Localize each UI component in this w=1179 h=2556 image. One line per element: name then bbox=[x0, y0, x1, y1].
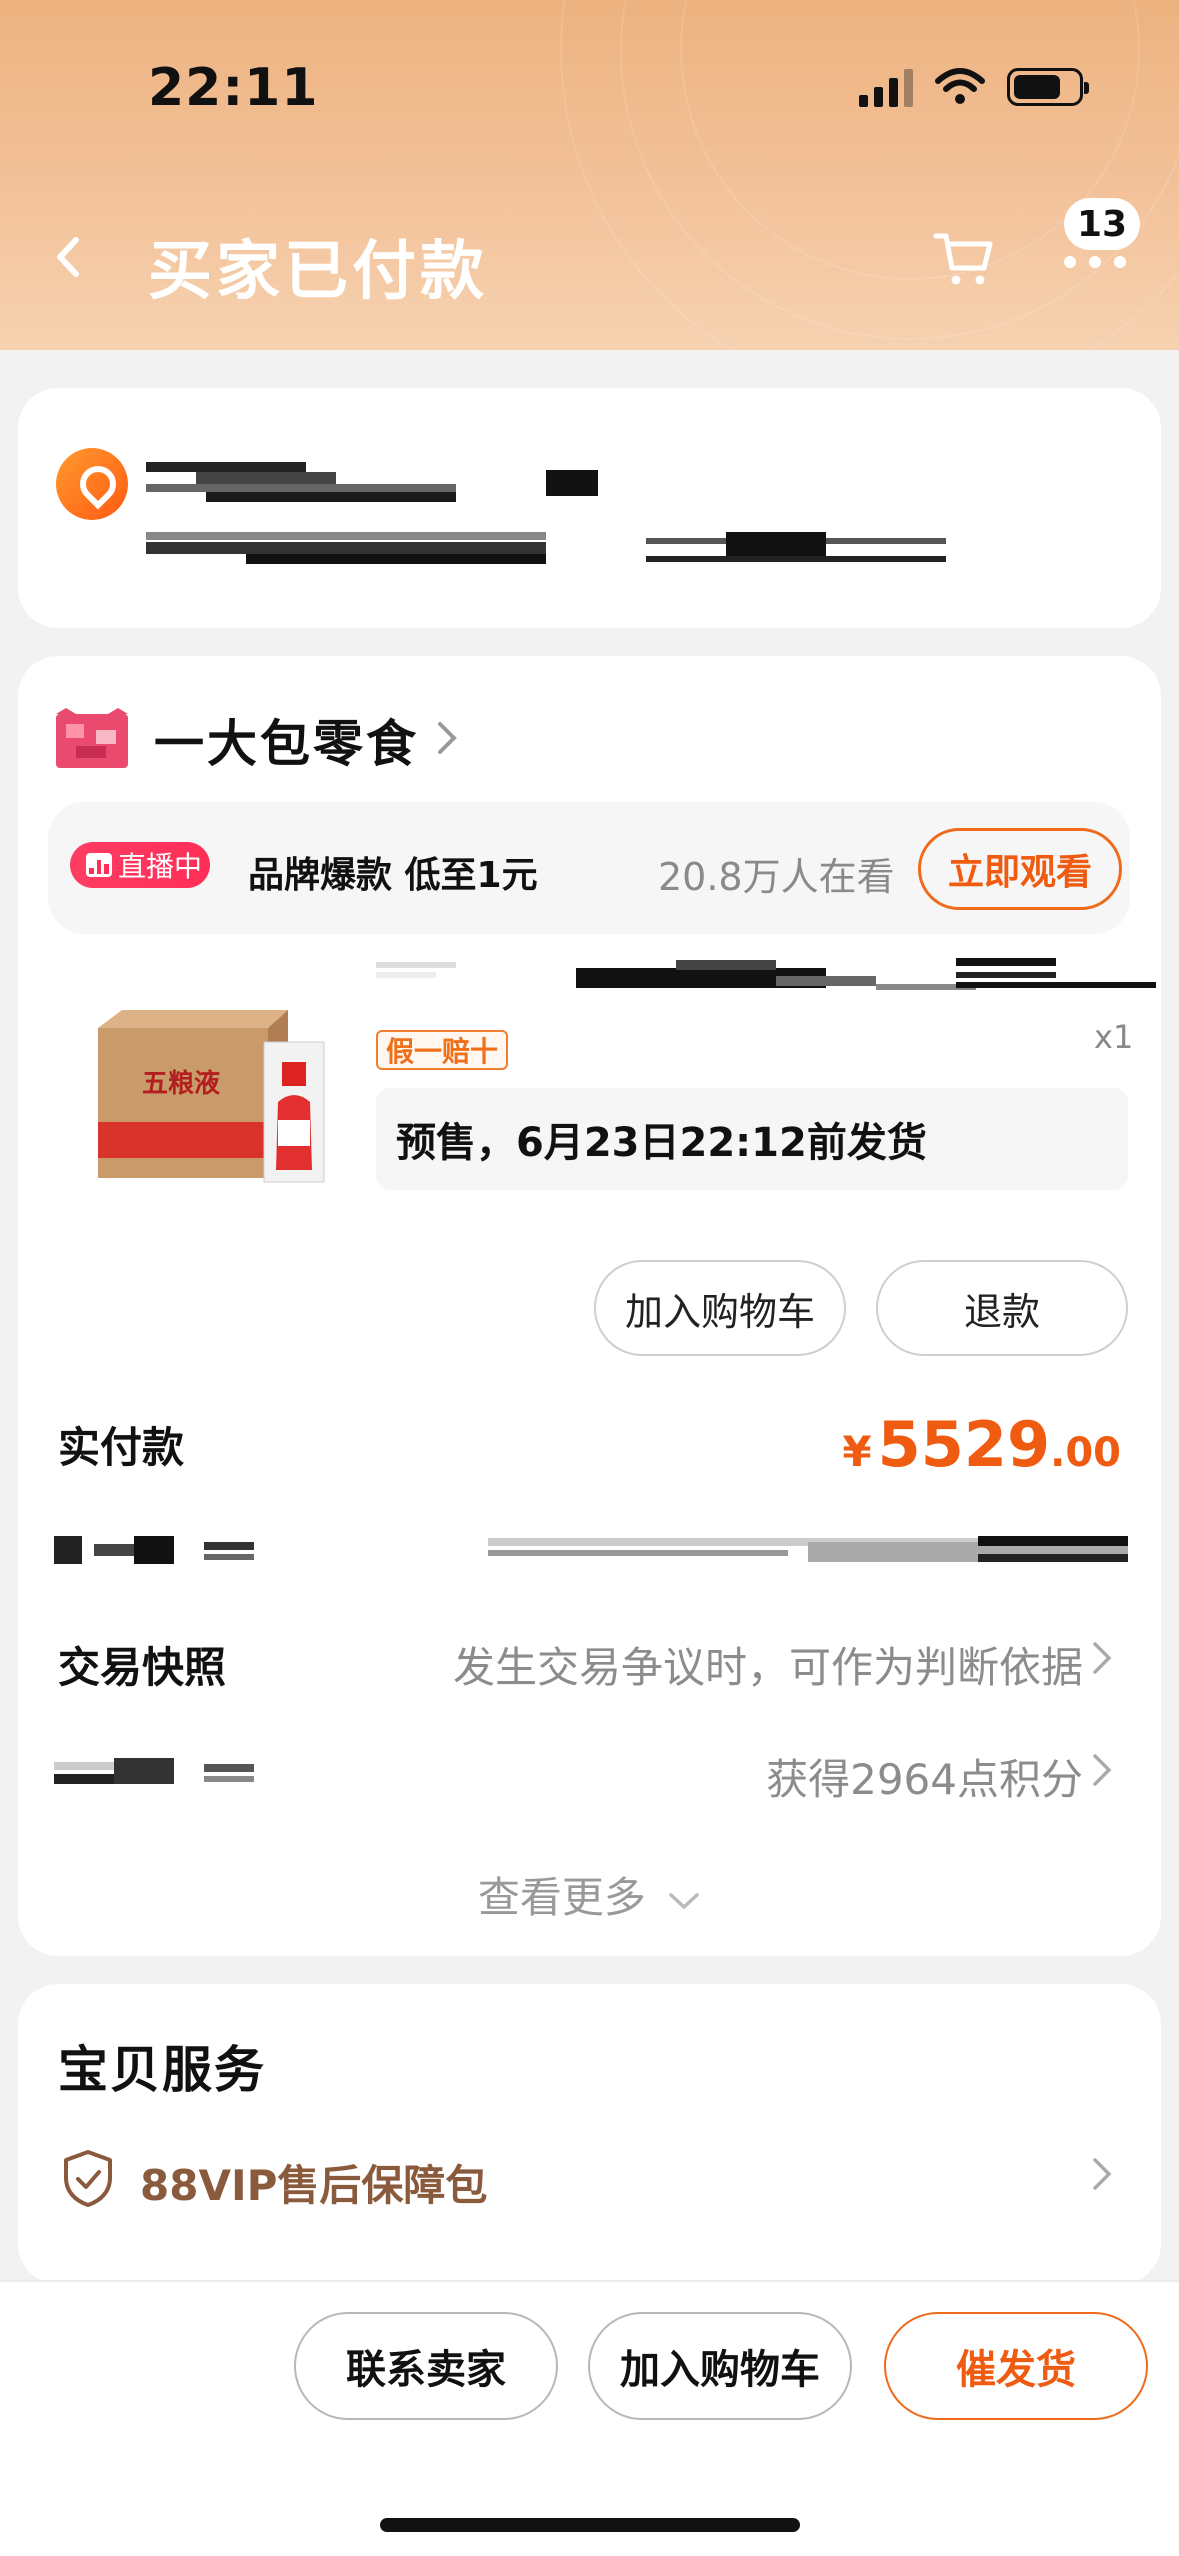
snapshot-label: 交易快照 bbox=[58, 1643, 227, 1692]
status-icons bbox=[859, 62, 1089, 112]
presale-note: 预售，6月23日22:12前发货 bbox=[376, 1088, 1128, 1190]
page-title: 买家已付款 bbox=[148, 235, 488, 309]
cart-icon[interactable] bbox=[932, 226, 996, 290]
battery-icon bbox=[1007, 68, 1089, 106]
service-item-88vip[interactable]: 88VIP售后保障包 bbox=[140, 2152, 487, 2213]
watch-now-button[interactable]: 立即观看 bbox=[918, 828, 1122, 910]
add-to-cart-button[interactable]: 加入购物车 bbox=[594, 1260, 846, 1356]
product-image[interactable]: 五粮液 bbox=[82, 1002, 342, 1192]
address-card[interactable] bbox=[18, 388, 1161, 628]
home-indicator[interactable] bbox=[380, 2518, 800, 2532]
points-value[interactable]: 获得2964点积分 bbox=[766, 1746, 1083, 1807]
live-banner[interactable]: 直播中 品牌爆款 低至1元 20.8万人在看 立即观看 bbox=[48, 802, 1130, 934]
location-icon bbox=[56, 448, 128, 520]
redacted-recipient bbox=[146, 454, 626, 504]
order-card: 一大包零食 直播中 品牌爆款 低至1元 20.8万人在看 立即观看 五粮液 假一… bbox=[18, 656, 1161, 1956]
contact-seller-button[interactable]: 联系卖家 bbox=[294, 2312, 558, 2420]
bottom-action-bar: 联系卖家 加入购物车 催发货 bbox=[0, 2280, 1179, 2556]
product-quantity: x1 bbox=[1094, 1018, 1134, 1056]
live-promo-text: 品牌爆款 低至1元 bbox=[248, 855, 538, 896]
amount-integer: 5529 bbox=[877, 1408, 1051, 1481]
store-logo[interactable] bbox=[56, 708, 128, 768]
see-more-button[interactable]: 查看更多 bbox=[18, 1864, 1161, 1925]
signal-icon bbox=[859, 67, 913, 107]
snapshot-value[interactable]: 发生交易争议时，可作为判断依据 bbox=[453, 1634, 1083, 1695]
refund-button[interactable]: 退款 bbox=[876, 1260, 1128, 1356]
header: 22:11 买家已付款 13 bbox=[0, 0, 1179, 350]
more-icon[interactable] bbox=[1060, 252, 1130, 272]
store-name[interactable]: 一大包零食 bbox=[154, 704, 419, 776]
status-time: 22:11 bbox=[148, 58, 319, 118]
redacted-points-label bbox=[54, 1752, 274, 1792]
service-card: 宝贝服务 88VIP售后保障包 bbox=[18, 1984, 1161, 2284]
paid-amount-label: 实付款 bbox=[58, 1423, 185, 1472]
redacted-product-title bbox=[376, 956, 1156, 1006]
live-bars-icon bbox=[86, 853, 112, 877]
service-title: 宝贝服务 bbox=[58, 2041, 266, 2099]
urge-shipment-button[interactable]: 催发货 bbox=[884, 2312, 1148, 2420]
currency-symbol: ¥ bbox=[842, 1427, 872, 1476]
guarantee-tag: 假一赔十 bbox=[376, 1030, 509, 1070]
amount-decimal: .00 bbox=[1050, 1430, 1121, 1476]
live-badge-label: 直播中 bbox=[118, 850, 203, 883]
redacted-address bbox=[146, 528, 966, 568]
redacted-row-label bbox=[54, 1530, 274, 1570]
chevron-down-icon bbox=[669, 1892, 699, 1909]
live-viewer-count: 20.8万人在看 bbox=[658, 855, 895, 899]
store-chevron-icon bbox=[438, 722, 457, 754]
live-badge: 直播中 bbox=[70, 842, 210, 888]
see-more-label: 查看更多 bbox=[477, 1873, 646, 1922]
service-chevron-icon[interactable] bbox=[1091, 2156, 1113, 2192]
wifi-icon bbox=[935, 68, 985, 104]
snapshot-chevron-icon[interactable] bbox=[1091, 1640, 1113, 1676]
shield-icon bbox=[64, 2150, 112, 2207]
message-count-badge: 13 bbox=[1064, 198, 1140, 250]
redacted-row-value bbox=[488, 1532, 1144, 1572]
svg-text:五粮液: 五粮液 bbox=[142, 1068, 220, 1099]
back-icon[interactable] bbox=[46, 222, 92, 292]
paid-amount: ¥ 5529 .00 bbox=[842, 1408, 1121, 1481]
points-chevron-icon[interactable] bbox=[1091, 1752, 1113, 1788]
bottom-add-to-cart-button[interactable]: 加入购物车 bbox=[588, 2312, 852, 2420]
